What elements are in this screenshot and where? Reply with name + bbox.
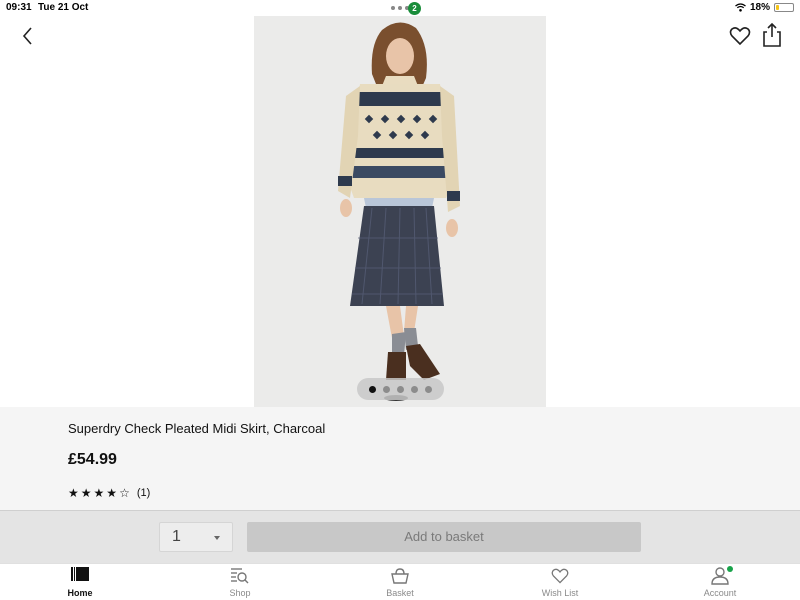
chevron-down-icon xyxy=(214,536,220,540)
account-status-dot xyxy=(727,566,733,572)
wishlist-button[interactable] xyxy=(728,24,752,48)
star-empty-icon: ☆ xyxy=(119,486,130,500)
bottom-nav: Home Shop Basket Wish List Account xyxy=(0,563,800,600)
status-right: 18% xyxy=(735,2,794,13)
multitasking-dots[interactable] xyxy=(391,6,409,10)
star-filled-icon: ★ xyxy=(68,486,79,500)
nav-home-label: Home xyxy=(67,588,93,598)
product-gallery[interactable] xyxy=(0,16,800,407)
rating-stars: ★ ★ ★ ★ ☆ xyxy=(68,487,130,499)
nav-account[interactable]: Account xyxy=(640,564,800,600)
basket-count-badge: 2 xyxy=(408,2,421,15)
quantity-value: 1 xyxy=(172,528,181,545)
heart-icon xyxy=(551,568,569,584)
review-count[interactable]: (1) xyxy=(137,487,150,499)
wifi-icon xyxy=(735,3,746,12)
nav-shop[interactable]: Shop xyxy=(160,564,320,600)
share-icon xyxy=(763,22,781,47)
battery-icon xyxy=(774,3,794,12)
star-filled-icon: ★ xyxy=(93,486,105,500)
product-rating[interactable]: ★ ★ ★ ★ ☆ (1) xyxy=(68,487,150,499)
battery-percent: 18% xyxy=(749,2,770,13)
nav-account-label: Account xyxy=(703,588,737,598)
star-filled-icon: ★ xyxy=(80,486,92,500)
home-icon xyxy=(71,567,89,581)
pager-dot[interactable] xyxy=(425,385,432,393)
nav-basket-label: Basket xyxy=(386,588,414,598)
product-title: Superdry Check Pleated Midi Skirt, Charc… xyxy=(68,421,326,436)
basket-icon xyxy=(391,568,409,584)
status-bar: 09:31 Tue 21 Oct 18% xyxy=(0,0,800,16)
heart-icon xyxy=(729,27,751,46)
nav-wishlist[interactable]: Wish List xyxy=(480,564,640,600)
nav-wishlist-label: Wish List xyxy=(541,588,579,598)
shop-search-icon xyxy=(231,568,249,584)
add-to-basket-button[interactable]: Add to basket xyxy=(247,522,641,552)
buy-bar: 1 Add to basket xyxy=(0,510,800,563)
nav-basket[interactable]: Basket xyxy=(320,564,480,600)
nav-shop-label: Shop xyxy=(229,588,251,598)
pager-dot[interactable] xyxy=(369,385,376,393)
pager-dot[interactable] xyxy=(383,385,390,393)
back-button[interactable] xyxy=(16,24,40,48)
product-image[interactable] xyxy=(254,16,546,407)
star-filled-icon: ★ xyxy=(106,486,118,500)
image-pager[interactable] xyxy=(357,378,444,400)
product-info: Superdry Check Pleated Midi Skirt, Charc… xyxy=(0,407,800,510)
quantity-select[interactable]: 1 xyxy=(159,522,233,552)
product-price: £54.99 xyxy=(68,451,117,468)
pager-dot[interactable] xyxy=(411,385,418,393)
pager-dot[interactable] xyxy=(397,385,404,393)
nav-home[interactable]: Home xyxy=(0,564,160,600)
share-button[interactable] xyxy=(761,22,783,48)
model-illustration xyxy=(338,22,460,401)
status-time: 09:31 xyxy=(6,2,32,13)
status-date: Tue 21 Oct xyxy=(38,2,89,13)
chevron-left-icon xyxy=(22,27,32,45)
